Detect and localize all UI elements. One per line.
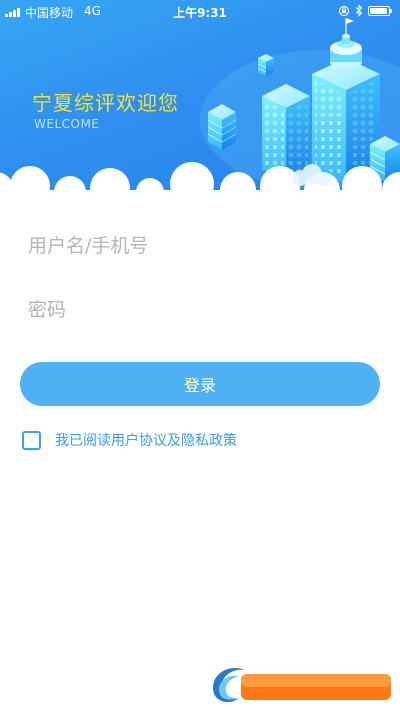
login-button[interactable]: 登录 [20, 362, 380, 406]
battery-level [370, 8, 387, 14]
password-input[interactable] [28, 290, 372, 330]
welcome-title: 宁夏综评欢迎您 [32, 91, 179, 115]
server-stack-left [207, 104, 237, 150]
bluetooth-icon [355, 4, 363, 17]
agreement-link[interactable]: 我已阅读用户协议及隐私政策 [55, 430, 237, 450]
welcome-subtitle: WELCOME [34, 117, 100, 131]
agreement-row[interactable]: 我已阅读用户协议及隐私政策 [22, 428, 237, 452]
watermark-swoosh-icon [213, 668, 245, 703]
username-input[interactable] [28, 226, 372, 266]
battery-icon [368, 6, 392, 16]
watermark-logo [213, 668, 391, 703]
floating-cube-small [257, 54, 274, 76]
status-bar: 中国移动 4G 上午9:31 [0, 0, 400, 22]
agreement-checkbox[interactable] [22, 430, 41, 450]
building-main [312, 18, 380, 184]
orientation-lock-icon [338, 5, 350, 17]
